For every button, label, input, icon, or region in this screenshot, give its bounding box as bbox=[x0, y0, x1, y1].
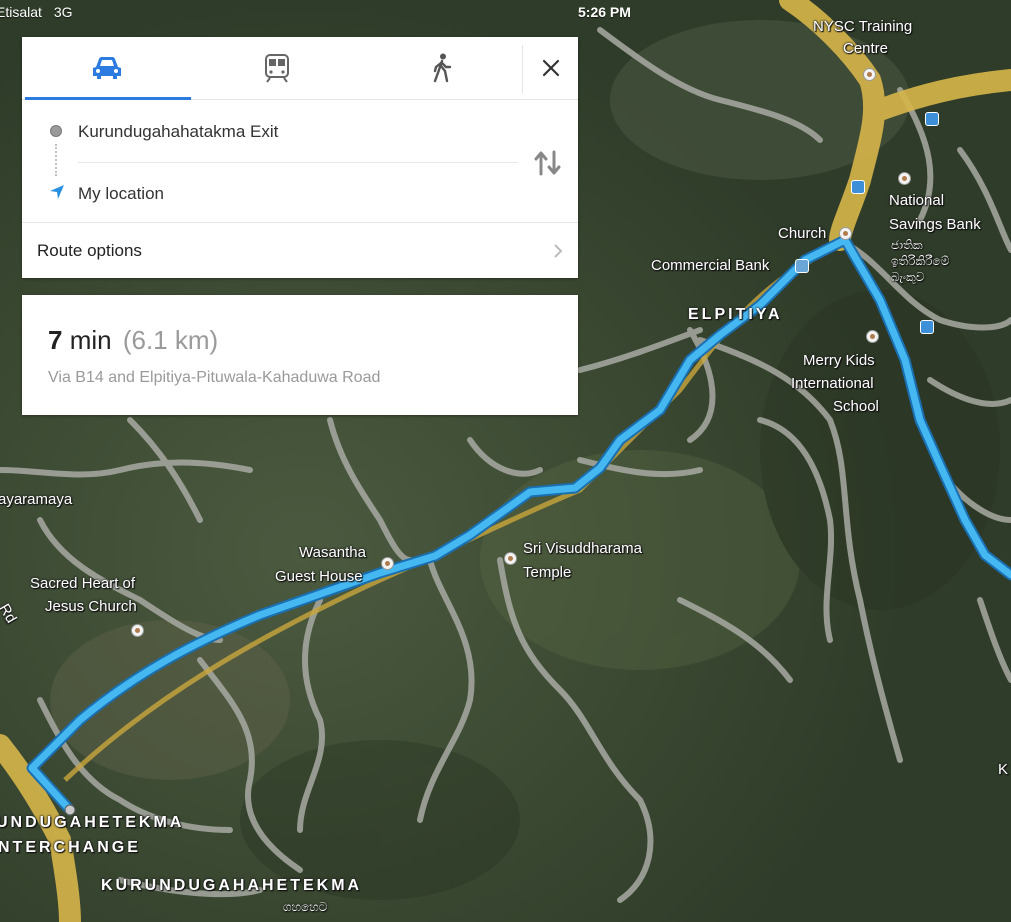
duration-value: 7 bbox=[48, 325, 63, 355]
bank-icon[interactable] bbox=[795, 259, 809, 273]
church-icon[interactable] bbox=[839, 227, 852, 240]
route-via: Via B14 and Elpitiya-Pituwala-Kahaduwa R… bbox=[48, 369, 381, 386]
close-button[interactable] bbox=[523, 37, 578, 99]
route-options-row[interactable]: Route options bbox=[22, 222, 578, 279]
school-icon[interactable] bbox=[866, 330, 879, 343]
tab-walk[interactable] bbox=[362, 37, 522, 99]
route-options-label: Route options bbox=[37, 241, 142, 260]
directions-panel: Kurundugahahatakma Exit My location Rout… bbox=[22, 37, 578, 278]
bus-stop-icon[interactable] bbox=[851, 180, 865, 194]
status-carrier: Etisalat 3G bbox=[0, 4, 73, 20]
map-label-sacred-2: Jesus Church bbox=[45, 598, 137, 615]
map-label-sri: Sri Visuddharama bbox=[523, 540, 642, 557]
map-label-sri-2: Temple bbox=[523, 564, 572, 581]
destination-field[interactable]: My location bbox=[78, 184, 164, 204]
tab-drive[interactable] bbox=[22, 37, 192, 99]
bus-stop-icon[interactable] bbox=[925, 112, 939, 126]
map-label-sinhala-bottom: ගහහෙට bbox=[283, 900, 328, 914]
map-label-national: National bbox=[889, 192, 945, 209]
network-type: 3G bbox=[53, 4, 73, 20]
map-label-ayaramaya: ayaramaya bbox=[0, 491, 73, 508]
car-icon bbox=[93, 57, 121, 79]
map-label-wasantha: Wasantha bbox=[299, 544, 366, 561]
origin-dot-icon bbox=[50, 125, 62, 137]
map-label-wasantha-2: Guest House bbox=[275, 568, 363, 585]
location-arrow-icon bbox=[50, 185, 64, 199]
route-endpoints: Kurundugahahatakma Exit My location bbox=[22, 100, 578, 222]
map-label-elpitiya: ELPITIYA bbox=[688, 306, 783, 323]
lodging-icon[interactable] bbox=[381, 557, 394, 570]
map-label-sinhala-1: ජාතික bbox=[891, 238, 923, 252]
tab-transit[interactable] bbox=[192, 37, 362, 99]
map-label-sinhala-3: බැංකුව bbox=[891, 270, 925, 284]
swap-button[interactable] bbox=[532, 150, 564, 180]
close-icon bbox=[542, 59, 559, 77]
map-label-sinhala-2: ඉතිරිකිරීමේ bbox=[891, 254, 950, 268]
map-label-merry-2: International bbox=[791, 375, 874, 392]
map-label-interchange-2: NTERCHANGE bbox=[0, 839, 141, 856]
map-label-merry: Merry Kids bbox=[803, 352, 875, 369]
map-label-merry-3: School bbox=[833, 398, 879, 415]
map-label-national-2: Savings Bank bbox=[889, 216, 981, 233]
route-distance: (6.1 km) bbox=[122, 325, 219, 355]
field-divider bbox=[78, 162, 518, 163]
duration-unit: min bbox=[69, 325, 112, 355]
chevron-right-icon bbox=[554, 244, 563, 258]
map-label-nysc-2: Centre bbox=[843, 40, 889, 57]
bus-stop-icon[interactable] bbox=[920, 320, 934, 334]
train-icon bbox=[265, 54, 289, 83]
status-time: 5:26 PM bbox=[578, 4, 631, 20]
travel-mode-tabs bbox=[22, 37, 578, 100]
origin-field[interactable]: Kurundugahahatakma Exit bbox=[78, 122, 278, 142]
place-pin-icon[interactable] bbox=[863, 68, 876, 81]
walking-person-icon bbox=[433, 53, 452, 83]
map-label-edge-k: K bbox=[998, 761, 1009, 778]
place-pin-icon[interactable] bbox=[504, 552, 517, 565]
route-summary-card[interactable]: 7 min (6.1 km) Via B14 and Elpitiya-Pitu… bbox=[22, 295, 578, 415]
map-label-kurundugahetekma: KURUNDUGAHAHETEKMA bbox=[101, 877, 363, 894]
swap-arrows-icon bbox=[534, 150, 561, 176]
route-duration-line: 7 min (6.1 km) bbox=[48, 325, 218, 356]
route-connector-dots bbox=[55, 144, 59, 176]
map-label-nysc: NYSC Training bbox=[813, 18, 913, 35]
map-label-interchange: UNDUGAHETEKMA bbox=[0, 814, 185, 831]
map-label-church: Church bbox=[778, 225, 827, 242]
map-label-sacred: Sacred Heart of bbox=[30, 575, 136, 592]
map-label-commercial-bank: Commercial Bank bbox=[651, 257, 770, 274]
place-pin-icon[interactable] bbox=[898, 172, 911, 185]
church-icon[interactable] bbox=[131, 624, 144, 637]
carrier-name: Etisalat bbox=[0, 4, 42, 20]
